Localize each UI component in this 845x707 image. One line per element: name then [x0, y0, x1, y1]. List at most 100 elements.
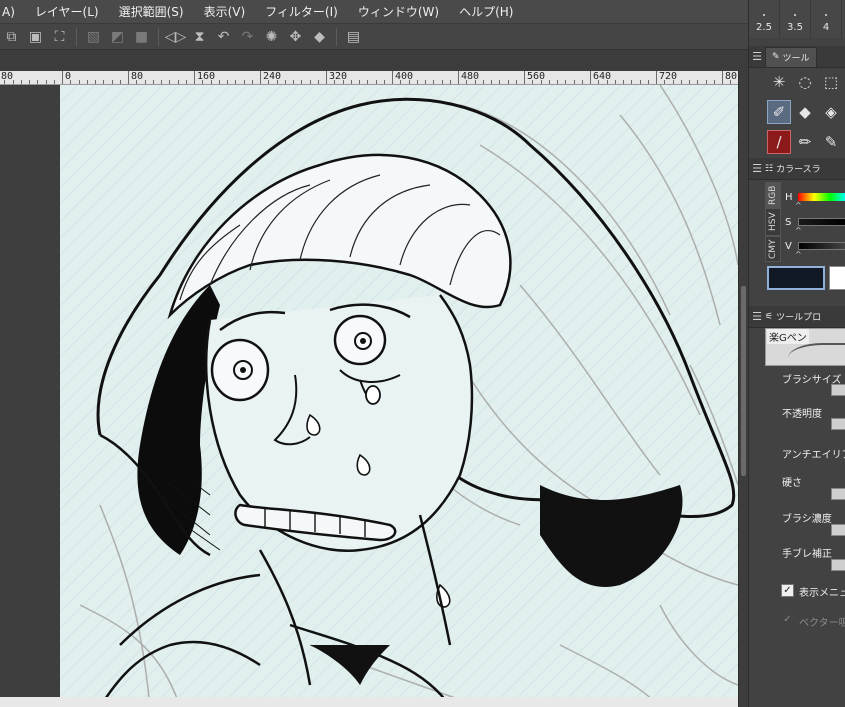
menu-icon[interactable]: ☰	[749, 50, 765, 63]
ruler-tick	[169, 80, 171, 84]
tab-rgb[interactable]: RGB	[765, 182, 781, 208]
scrollbar-thumb[interactable]	[741, 286, 746, 476]
ruler-tick	[631, 80, 633, 84]
fill-icon[interactable]: ◈	[819, 100, 843, 124]
menu-view[interactable]: 表示(V)	[194, 0, 256, 24]
ruler-tick	[218, 80, 220, 84]
menu-layer[interactable]: レイヤー(L)	[25, 0, 109, 24]
ruler-tick	[235, 80, 237, 84]
ruler-tick	[359, 80, 360, 84]
ruler-major-tick	[194, 71, 195, 84]
saturation-bar[interactable]	[798, 218, 845, 226]
brush-size-slider[interactable]	[831, 384, 845, 396]
flip-vertical-icon[interactable]: ⧗	[190, 27, 209, 46]
pen-icon[interactable]: ✐	[767, 100, 791, 124]
transform-icon[interactable]: ⛶	[50, 27, 69, 46]
saturation-slider[interactable]: S	[785, 213, 845, 231]
brush-size-dot	[794, 14, 796, 16]
menu-edit[interactable]: A)	[0, 0, 25, 24]
tab-tool-property-label: ツールプロ	[776, 313, 822, 323]
menu-help[interactable]: ヘルプ(H)	[449, 0, 523, 24]
menu-icon[interactable]: ☰	[749, 310, 765, 323]
brush-size-dot	[763, 14, 765, 16]
main-color-swatch[interactable]	[767, 266, 825, 290]
page-icon[interactable]: ▤	[344, 27, 363, 46]
saturation-label: S	[785, 216, 792, 228]
tool-grid: ✳ ◌ ⬚ ✐ ◆ ◈ ∕ ✏ ✎	[767, 70, 845, 154]
ruler-tick	[705, 80, 707, 84]
magic-wand-icon[interactable]: ✳	[767, 70, 791, 94]
menu-filter[interactable]: フィルター(I)	[255, 0, 348, 24]
vertical-scrollbar[interactable]	[738, 71, 748, 707]
ruler-tick	[697, 80, 699, 84]
menu-icon[interactable]: ☰	[749, 162, 765, 175]
pen-tab-icon: ✎	[772, 52, 780, 62]
eraser-icon[interactable]: ◆	[793, 100, 817, 124]
ruler-tick	[614, 80, 616, 84]
brush-name: 楽Gペン	[767, 329, 809, 344]
hue-bar[interactable]	[798, 193, 845, 201]
undo-icon[interactable]: ↶	[214, 27, 233, 46]
hue-caret-icon[interactable]: ^	[795, 201, 802, 210]
hardness-slider[interactable]	[831, 488, 845, 500]
brush-density-label: ブラシ濃度	[782, 514, 832, 525]
ruler-tick	[573, 80, 575, 84]
ruler-major-tick	[62, 71, 63, 84]
canvas-area[interactable]	[0, 85, 738, 707]
ruler-tick	[227, 80, 228, 84]
brush-size-option[interactable]: 2.5	[749, 0, 780, 38]
ruler-tick	[95, 80, 96, 84]
ruler-tick	[111, 80, 113, 84]
tab-tool[interactable]: ✎ ツール	[765, 46, 817, 67]
tab-color-slider[interactable]: ☷ カラースラ	[765, 162, 821, 176]
ruler-tick	[647, 80, 649, 84]
stabilization-label: 手ブレ補正	[782, 549, 832, 560]
ruler-tick	[251, 80, 253, 84]
redo-icon[interactable]: ↷	[238, 27, 257, 46]
brush-size-label: 4	[822, 22, 830, 33]
value-slider[interactable]: V	[785, 237, 845, 255]
color-panel-header: ☰ ☷ カラースラ	[749, 158, 845, 180]
fill-icon[interactable]: ■	[132, 27, 151, 46]
brush-size-option[interactable]: 4	[811, 0, 842, 38]
ruler-label: 560	[527, 71, 546, 82]
brush-density-slider[interactable]	[831, 524, 845, 536]
show-menu-checkbox[interactable]: ✓	[781, 584, 794, 597]
move-icon[interactable]: ✥	[286, 27, 305, 46]
sub-color-swatch[interactable]	[829, 266, 845, 290]
menu-bar: A) レイヤー(L) 選択範囲(S) 表示(V) フィルター(I) ウィンドウ(…	[0, 0, 748, 24]
ruler-major-tick	[260, 71, 261, 84]
opacity-slider[interactable]	[831, 418, 845, 430]
saturation-caret-icon[interactable]: ^	[795, 226, 802, 235]
paste-icon[interactable]: ▣	[26, 27, 45, 46]
flip-horizontal-icon[interactable]: ◁▷	[165, 27, 187, 46]
toolbar-divider	[336, 27, 337, 46]
vector-snap-checkbox[interactable]: ✓	[781, 614, 794, 627]
brush-stroke-preview	[788, 343, 845, 373]
clear-icon[interactable]: ▧	[84, 27, 103, 46]
value-caret-icon[interactable]: ^	[795, 250, 802, 259]
value-bar[interactable]	[798, 242, 845, 250]
hue-slider[interactable]: H	[785, 188, 845, 206]
ruler-tick	[639, 80, 641, 84]
stabilization-slider[interactable]	[831, 559, 845, 571]
rect-select-icon[interactable]: ⬚	[819, 70, 843, 94]
dropper-icon[interactable]: ✎	[819, 130, 843, 154]
horizontal-ruler: 80 0 80 160 240 320 400 480 560 640 720 80	[0, 71, 738, 85]
bucket-icon[interactable]: ◆	[310, 27, 329, 46]
rotate-icon[interactable]: ✺	[262, 27, 281, 46]
lasso-icon[interactable]: ◌	[793, 70, 817, 94]
canvas-paper[interactable]	[60, 85, 738, 707]
tab-tool-property[interactable]: ⚟ ツールプロ	[765, 310, 822, 324]
brush-icon[interactable]: ∕	[767, 130, 791, 154]
menu-selection[interactable]: 選択範囲(S)	[109, 0, 194, 24]
brush-size-option[interactable]: 3.5	[780, 0, 811, 38]
pencil-icon[interactable]: ✏	[793, 130, 817, 154]
tab-hsv[interactable]: HSV	[765, 208, 781, 236]
tab-cmy[interactable]: CMY	[765, 236, 781, 262]
clear-outside-icon[interactable]: ◩	[108, 27, 127, 46]
horizontal-scrollbar[interactable]	[0, 697, 738, 707]
menu-window[interactable]: ウィンドウ(W)	[348, 0, 449, 24]
ruler-tick	[689, 80, 690, 84]
copy-icon[interactable]: ⧉	[2, 27, 21, 46]
